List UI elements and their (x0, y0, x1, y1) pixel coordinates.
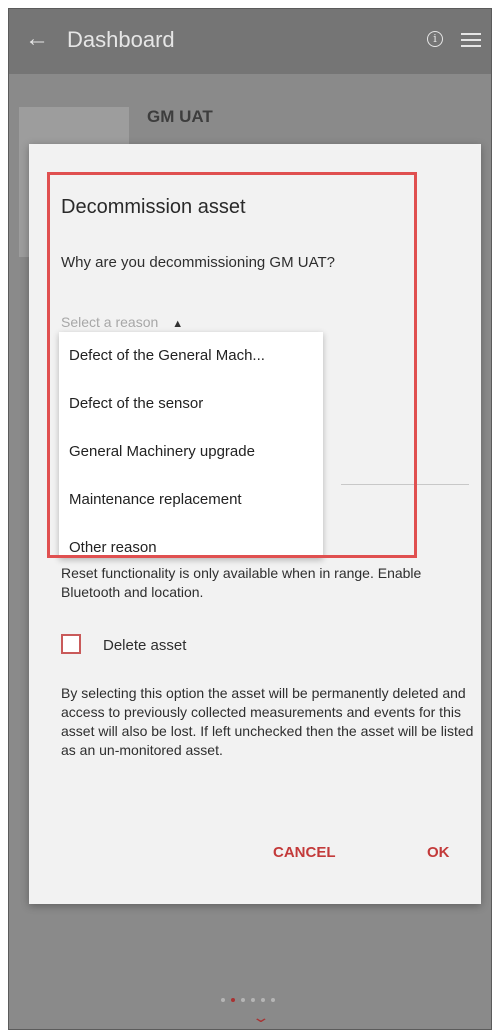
pager-dot[interactable] (231, 998, 235, 1002)
delete-asset-checkbox[interactable] (61, 634, 81, 654)
divider (341, 484, 469, 485)
decommission-dialog: Decommission asset Why are you decommiss… (29, 144, 481, 904)
pager-dot[interactable] (271, 998, 275, 1002)
menu-icon[interactable] (461, 33, 481, 47)
pager-dot[interactable] (241, 998, 245, 1002)
dialog-question: Why are you decommissioning GM UAT? (61, 254, 335, 271)
pager-dot[interactable] (221, 998, 225, 1002)
chevron-down-icon[interactable]: ⌄ (251, 1009, 270, 1026)
dropdown-option[interactable]: Defect of the General Mach... (59, 332, 323, 380)
dropdown-option[interactable]: Maintenance replacement (59, 476, 323, 524)
delete-asset-description: By selecting this option the asset will … (61, 685, 474, 758)
reset-note: Reset functionality is only available wh… (61, 565, 422, 600)
screen-frame: ← Dashboard i GM UAT Decommission asset … (8, 8, 492, 1030)
reason-dropdown-menu: Defect of the General Mach... Defect of … (59, 332, 323, 558)
reason-select[interactable]: Select a reason ▲ (61, 314, 183, 330)
info-icon[interactable]: i (427, 31, 443, 47)
caret-up-icon: ▲ (172, 318, 184, 330)
cancel-button[interactable]: CANCEL (273, 844, 336, 861)
delete-asset-label[interactable]: Delete asset (103, 637, 186, 654)
page-indicator (221, 989, 281, 1007)
app-bar: ← Dashboard i (9, 9, 491, 74)
pager-dot[interactable] (261, 998, 265, 1002)
dropdown-option[interactable]: Other reason (59, 524, 323, 558)
back-arrow-icon[interactable]: ← (25, 27, 49, 51)
asset-name: GM UAT (147, 107, 213, 126)
pager-dot[interactable] (251, 998, 255, 1002)
reason-select-placeholder: Select a reason (61, 314, 159, 330)
ok-button[interactable]: OK (427, 844, 450, 861)
dropdown-option[interactable]: Defect of the sensor (59, 380, 323, 428)
app-title: Dashboard (67, 27, 175, 52)
dialog-title: Decommission asset (61, 196, 246, 218)
dropdown-option[interactable]: General Machinery upgrade (59, 428, 323, 476)
